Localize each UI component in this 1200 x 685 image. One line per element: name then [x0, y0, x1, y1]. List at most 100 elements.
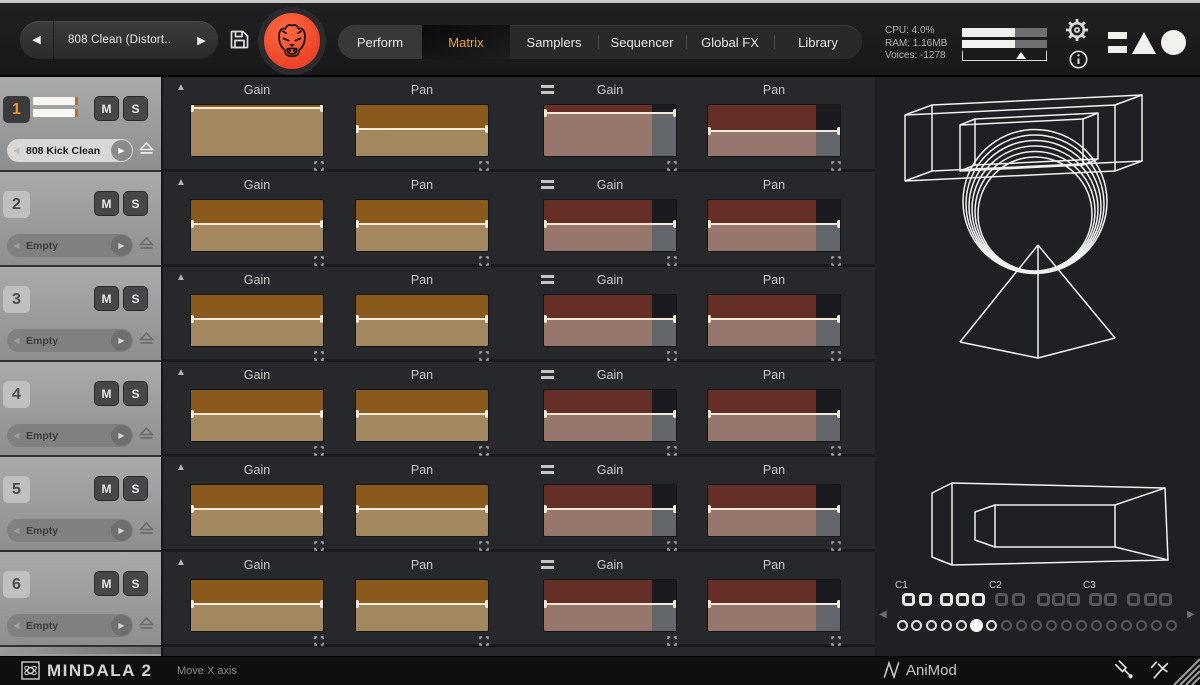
- expand-button[interactable]: [479, 446, 489, 456]
- mute-button[interactable]: M: [94, 191, 119, 216]
- black-key-dot[interactable]: [902, 593, 915, 606]
- slider-line[interactable]: [191, 223, 323, 225]
- eject-button[interactable]: [139, 237, 154, 255]
- white-key-dot[interactable]: [911, 620, 922, 631]
- slider-line[interactable]: [708, 603, 840, 605]
- black-key-dot[interactable]: [1012, 593, 1025, 606]
- solo-button[interactable]: S: [123, 191, 148, 216]
- white-key-dot[interactable]: [1091, 620, 1102, 631]
- range-next-arrow[interactable]: ▶: [1187, 609, 1195, 620]
- gain-slider-cell[interactable]: [543, 199, 677, 252]
- expand-button[interactable]: [667, 446, 677, 456]
- black-key-dot[interactable]: [1159, 593, 1172, 606]
- sample-prev-button[interactable]: ◀: [7, 146, 26, 155]
- active-key-dot[interactable]: [970, 619, 983, 632]
- slider-line[interactable]: [544, 603, 676, 605]
- white-key-dot[interactable]: [956, 620, 967, 631]
- expand-button[interactable]: [667, 351, 677, 361]
- expand-button[interactable]: [831, 541, 841, 551]
- black-key-dot[interactable]: [995, 593, 1008, 606]
- sample-next-button[interactable]: ▶: [111, 235, 132, 256]
- white-key-dot[interactable]: [1136, 620, 1147, 631]
- slider-line[interactable]: [356, 508, 488, 510]
- black-key-dot[interactable]: [919, 593, 932, 606]
- sample-prev-button[interactable]: ◀: [7, 431, 26, 440]
- white-key-dot[interactable]: [1016, 620, 1027, 631]
- solo-button[interactable]: S: [123, 476, 148, 501]
- expand-button[interactable]: [831, 446, 841, 456]
- sample-prev-button[interactable]: ◀: [7, 336, 26, 345]
- slider-line[interactable]: [544, 223, 676, 225]
- white-key-dot[interactable]: [1151, 620, 1162, 631]
- eject-button[interactable]: [139, 617, 154, 635]
- sample-next-button[interactable]: ▶: [111, 330, 132, 351]
- gain-slider-cell[interactable]: [543, 389, 677, 442]
- pan-slider-cell[interactable]: [355, 579, 489, 632]
- sample-next-button[interactable]: ▶: [111, 520, 132, 541]
- black-key-dot[interactable]: [1052, 593, 1065, 606]
- white-key-dot[interactable]: [926, 620, 937, 631]
- gain-slider-cell[interactable]: [190, 294, 324, 347]
- sample-name[interactable]: Empty: [26, 620, 111, 632]
- sample-prev-button[interactable]: ◀: [7, 526, 26, 535]
- pan-slider-cell[interactable]: [355, 484, 489, 537]
- white-key-dot[interactable]: [986, 620, 997, 631]
- output-level-slider[interactable]: [962, 51, 1047, 61]
- gain-slider-cell[interactable]: [190, 104, 324, 157]
- sample-prev-button[interactable]: ◀: [7, 621, 26, 630]
- black-key-dot[interactable]: [1127, 593, 1140, 606]
- pan-slider-cell[interactable]: [355, 104, 489, 157]
- black-key-dot[interactable]: [1104, 593, 1117, 606]
- mute-button[interactable]: M: [94, 476, 119, 501]
- brand-logo-button[interactable]: [258, 7, 326, 75]
- slider-line[interactable]: [356, 318, 488, 320]
- white-key-dot[interactable]: [1046, 620, 1057, 631]
- solo-button[interactable]: S: [123, 96, 148, 121]
- expand-button[interactable]: [831, 636, 841, 646]
- white-key-dot[interactable]: [1121, 620, 1132, 631]
- pan-slider-cell[interactable]: [707, 579, 841, 632]
- gain-slider-cell[interactable]: [543, 294, 677, 347]
- expand-button[interactable]: [314, 161, 324, 171]
- track-number[interactable]: 4: [3, 381, 30, 408]
- expand-button[interactable]: [667, 541, 677, 551]
- eject-button[interactable]: [139, 332, 154, 350]
- expand-button[interactable]: [479, 541, 489, 551]
- track-number[interactable]: 1: [3, 96, 30, 123]
- tab-global-fx[interactable]: Global FX: [686, 25, 774, 59]
- slider-line[interactable]: [544, 508, 676, 510]
- expand-button[interactable]: [667, 161, 677, 171]
- eject-button[interactable]: [139, 427, 154, 445]
- slider-line[interactable]: [191, 107, 323, 109]
- black-key-dot[interactable]: [1089, 593, 1102, 606]
- slider-line[interactable]: [356, 128, 488, 130]
- sample-next-button[interactable]: ▶: [111, 425, 132, 446]
- pan-slider-cell[interactable]: [707, 199, 841, 252]
- slider-line[interactable]: [191, 318, 323, 320]
- white-key-dot[interactable]: [941, 620, 952, 631]
- slider-line[interactable]: [708, 508, 840, 510]
- tab-matrix[interactable]: Matrix: [422, 25, 510, 59]
- slider-line[interactable]: [356, 223, 488, 225]
- expand-button[interactable]: [479, 636, 489, 646]
- black-key-dot[interactable]: [1067, 593, 1080, 606]
- slider-line[interactable]: [708, 223, 840, 225]
- preset-next-button[interactable]: ▶: [185, 34, 218, 47]
- info-button[interactable]: [1068, 49, 1089, 75]
- pan-slider-cell[interactable]: [707, 294, 841, 347]
- sample-next-button[interactable]: ▶: [111, 140, 132, 161]
- gain-slider-cell[interactable]: [543, 484, 677, 537]
- slider-line[interactable]: [708, 318, 840, 320]
- slider-line[interactable]: [544, 112, 676, 114]
- slider-line[interactable]: [191, 413, 323, 415]
- gain-slider-cell[interactable]: [190, 199, 324, 252]
- expand-button[interactable]: [831, 161, 841, 171]
- save-button[interactable]: [229, 29, 250, 50]
- eject-button[interactable]: [139, 522, 154, 540]
- solo-button[interactable]: S: [123, 286, 148, 311]
- sample-prev-button[interactable]: ◀: [7, 241, 26, 250]
- expand-button[interactable]: [314, 446, 324, 456]
- mute-button[interactable]: M: [94, 381, 119, 406]
- sample-name[interactable]: Empty: [26, 240, 111, 252]
- black-key-dot[interactable]: [940, 593, 953, 606]
